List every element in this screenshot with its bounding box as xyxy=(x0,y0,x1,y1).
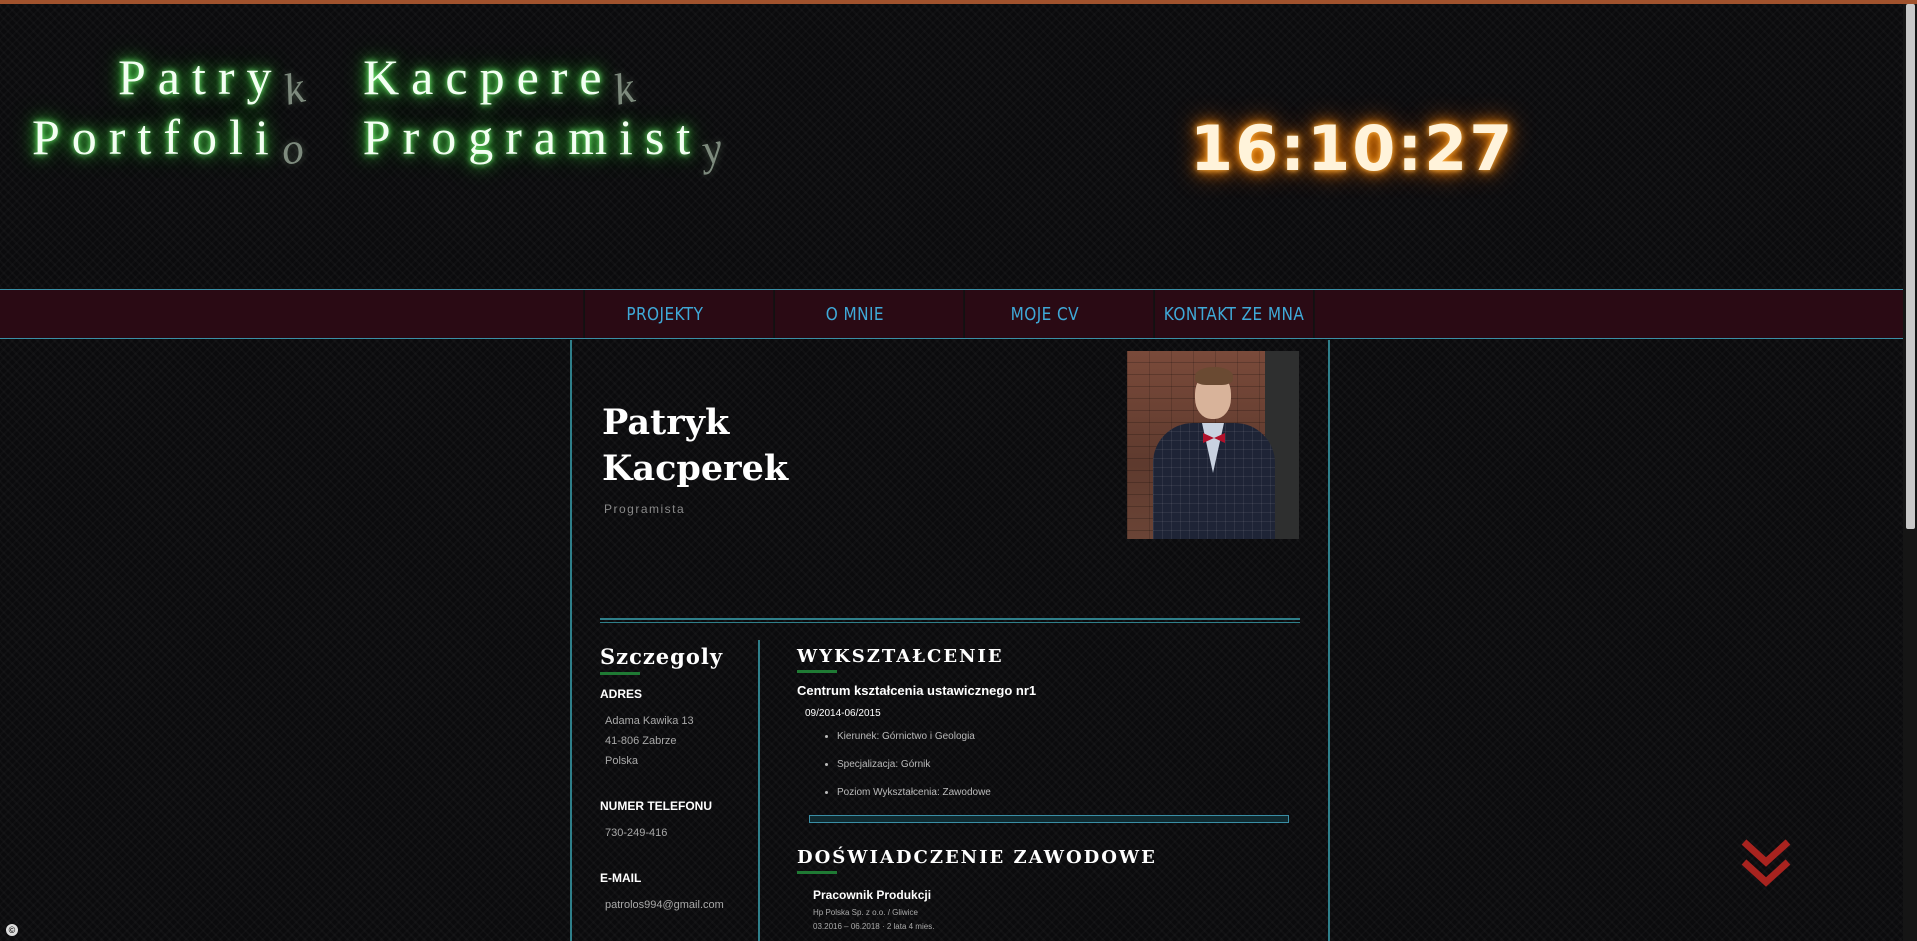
section-separator-bar xyxy=(809,815,1289,823)
digital-clock: 16:10:27 xyxy=(1190,112,1515,185)
details-heading: Szczegoly xyxy=(600,644,724,669)
address-line: Polska xyxy=(605,755,639,767)
details-sidebar: Szczegoly ADRES Adama Kawika 13 41-806 Z… xyxy=(600,640,760,941)
email-label: E-MAIL xyxy=(600,871,642,885)
heading-underline xyxy=(797,871,837,874)
cv-panel: Patryk Kacperek Programista Szczegoly AD… xyxy=(570,340,1330,941)
title-drop-letter-3: o xyxy=(276,120,320,175)
address-label: ADRES xyxy=(600,687,643,701)
title-word-2: Kacpere xyxy=(363,49,614,105)
profile-name: Patryk Kacperek xyxy=(602,400,788,492)
title-line-2: Portfolio Programisty xyxy=(32,108,739,175)
list-item: Kierunek: Górnictwo i Geologia xyxy=(837,731,1307,742)
school-name: Centrum kształcenia ustawicznego nr1 xyxy=(797,683,1037,698)
profile-first-name: Patryk xyxy=(602,402,730,443)
section-divider xyxy=(600,618,1300,623)
title-word-1: Patry xyxy=(118,49,284,105)
cv-content: WYKSZTAŁCENIE Centrum kształcenia ustawi… xyxy=(797,640,1307,931)
phone-label: NUMER TELEFONU xyxy=(600,799,712,813)
profile-last-name: Kacperek xyxy=(602,448,789,489)
education-heading: WYKSZTAŁCENIE xyxy=(797,646,1004,667)
email-value[interactable]: patrolos994@gmail.com xyxy=(600,895,758,915)
phone-value: 730-249-416 xyxy=(605,827,668,839)
title-word-3: Portfoli xyxy=(32,109,281,165)
page-scrollbar[interactable] xyxy=(1903,4,1917,941)
profile-photo xyxy=(1127,351,1299,539)
scrollbar-thumb[interactable] xyxy=(1906,4,1915,529)
title-word-4: Programist xyxy=(362,109,703,165)
copyright-icon: © xyxy=(6,924,18,936)
main-nav: PROJEKTY O MNIE MOJE CV KONTAKT ZE MNA xyxy=(0,289,1917,339)
heading-underline xyxy=(600,672,640,675)
address-line: Adama Kawika 13 xyxy=(605,715,694,727)
job-company: Hp Polska Sp. z o.o. / Gliwice xyxy=(813,908,918,917)
title-drop-letter-4: y xyxy=(697,120,739,175)
job-title: Pracownik Produkcji xyxy=(813,888,932,902)
title-line-1: Patryk Kacperek xyxy=(118,48,650,115)
experience-heading: DOŚWIADCZENIE ZAWODOWE xyxy=(797,847,1157,868)
nav-item-projekty[interactable]: PROJEKTY xyxy=(583,290,745,338)
address-line: 41-806 Zabrze xyxy=(605,735,677,747)
education-list: Kierunek: Górnictwo i Geologia Specjaliz… xyxy=(797,731,1307,798)
list-item: Specjalizacja: Górnik xyxy=(837,759,1307,770)
list-item: Poziom Wykształcenia: Zawodowe xyxy=(837,787,1307,798)
profile-role: Programista xyxy=(604,502,686,516)
job-dates: 03.2016 – 06.2018 · 2 lata 4 mies. xyxy=(813,922,935,931)
address-block: Adama Kawika 13 41-806 Zabrze Polska xyxy=(600,711,758,771)
double-chevron-down-icon[interactable] xyxy=(1740,838,1792,888)
nav-item-o-mnie[interactable]: O MNIE xyxy=(773,290,935,338)
heading-underline xyxy=(797,670,837,673)
nav-item-kontakt[interactable]: KONTAKT ZE MNA xyxy=(1153,290,1315,338)
nav-item-moje-cv[interactable]: MOJE CV xyxy=(963,290,1125,338)
site-header: Patryk Kacperek Portfolio Programisty 16:1… xyxy=(0,4,1917,288)
education-dates: 09/2014-06/2015 xyxy=(805,708,881,719)
